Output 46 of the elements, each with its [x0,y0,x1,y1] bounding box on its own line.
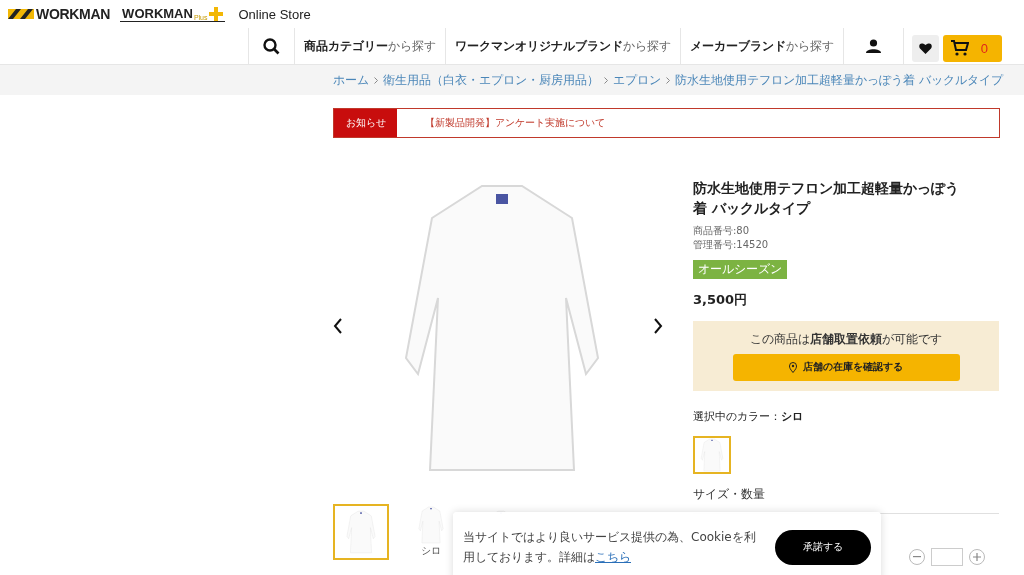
breadcrumb-link[interactable]: 防水生地使用テフロン加工超軽量かっぽう着 バックルタイプ [675,71,1003,89]
cookie-message: 当サイトではより良いサービス提供の為、Cookieを利用しております。詳細はこちら [463,529,757,566]
logo-text: WORKMAN [122,6,193,21]
chevron-right-icon [604,76,608,84]
details-link[interactable]: こちら [595,550,631,564]
favorites-button[interactable] [911,34,939,62]
location-pin-icon [789,362,797,373]
cart-icon [950,40,969,56]
nav-link[interactable]: メーカーブランドから探す [679,28,843,64]
store-label: Online Store [238,6,311,22]
quantity-field[interactable] [931,548,963,566]
price: 3,500円 [693,291,749,309]
plus-icon [973,553,981,561]
product-title: 防水生地使用テフロン加工超軽量かっぽう着 バックルタイプ [693,179,960,218]
selected-color: 選択中のカラー：シロ [693,409,804,424]
control-number: 管理番号:14520 [693,238,770,252]
plus-icon [208,7,223,21]
breadcrumb-link[interactable]: エプロン [613,71,661,89]
chevron-right-icon [666,76,670,84]
user-icon[interactable] [865,39,881,53]
accept-button[interactable]: 承諾する [775,529,871,565]
store-notice: この商品は店舗取置依頼が可能です [750,331,942,348]
minus-icon [913,556,921,558]
color-swatch[interactable] [693,436,731,474]
gown-drawing [415,506,447,544]
chevron-left-icon [333,318,343,334]
gown-drawing [700,438,724,472]
heart-icon [918,42,932,54]
breadcrumb-link[interactable]: ホーム [333,71,369,89]
logo-text: WORKMAN [36,6,111,22]
chevron-right-icon [653,318,663,334]
product-number: 商品番号:80 [693,224,751,238]
notice-link[interactable]: 【新製品開発】アンケート実施について [397,109,605,137]
chevron-right-icon [374,76,378,84]
breadcrumb-link[interactable]: 衛生用品（白衣・エプロン・厨房用品） [383,71,599,89]
season-tag: オールシーズン [693,260,787,279]
decrement-button[interactable] [909,549,925,565]
thumbnail[interactable] [333,504,389,560]
check-stock-button[interactable]: 店舗の在庫を確認する [732,354,960,381]
gown-drawing [345,510,377,554]
notice-label: お知らせ [334,109,397,137]
nav-link[interactable]: 商品カテゴリーから探す [293,28,445,64]
search-icon [262,37,280,55]
thumbnail-caption: シロ [421,544,441,558]
stripe-logo-icon [8,9,34,19]
nav-link[interactable]: ワークマンオリジナルブランドから探す [444,28,680,64]
